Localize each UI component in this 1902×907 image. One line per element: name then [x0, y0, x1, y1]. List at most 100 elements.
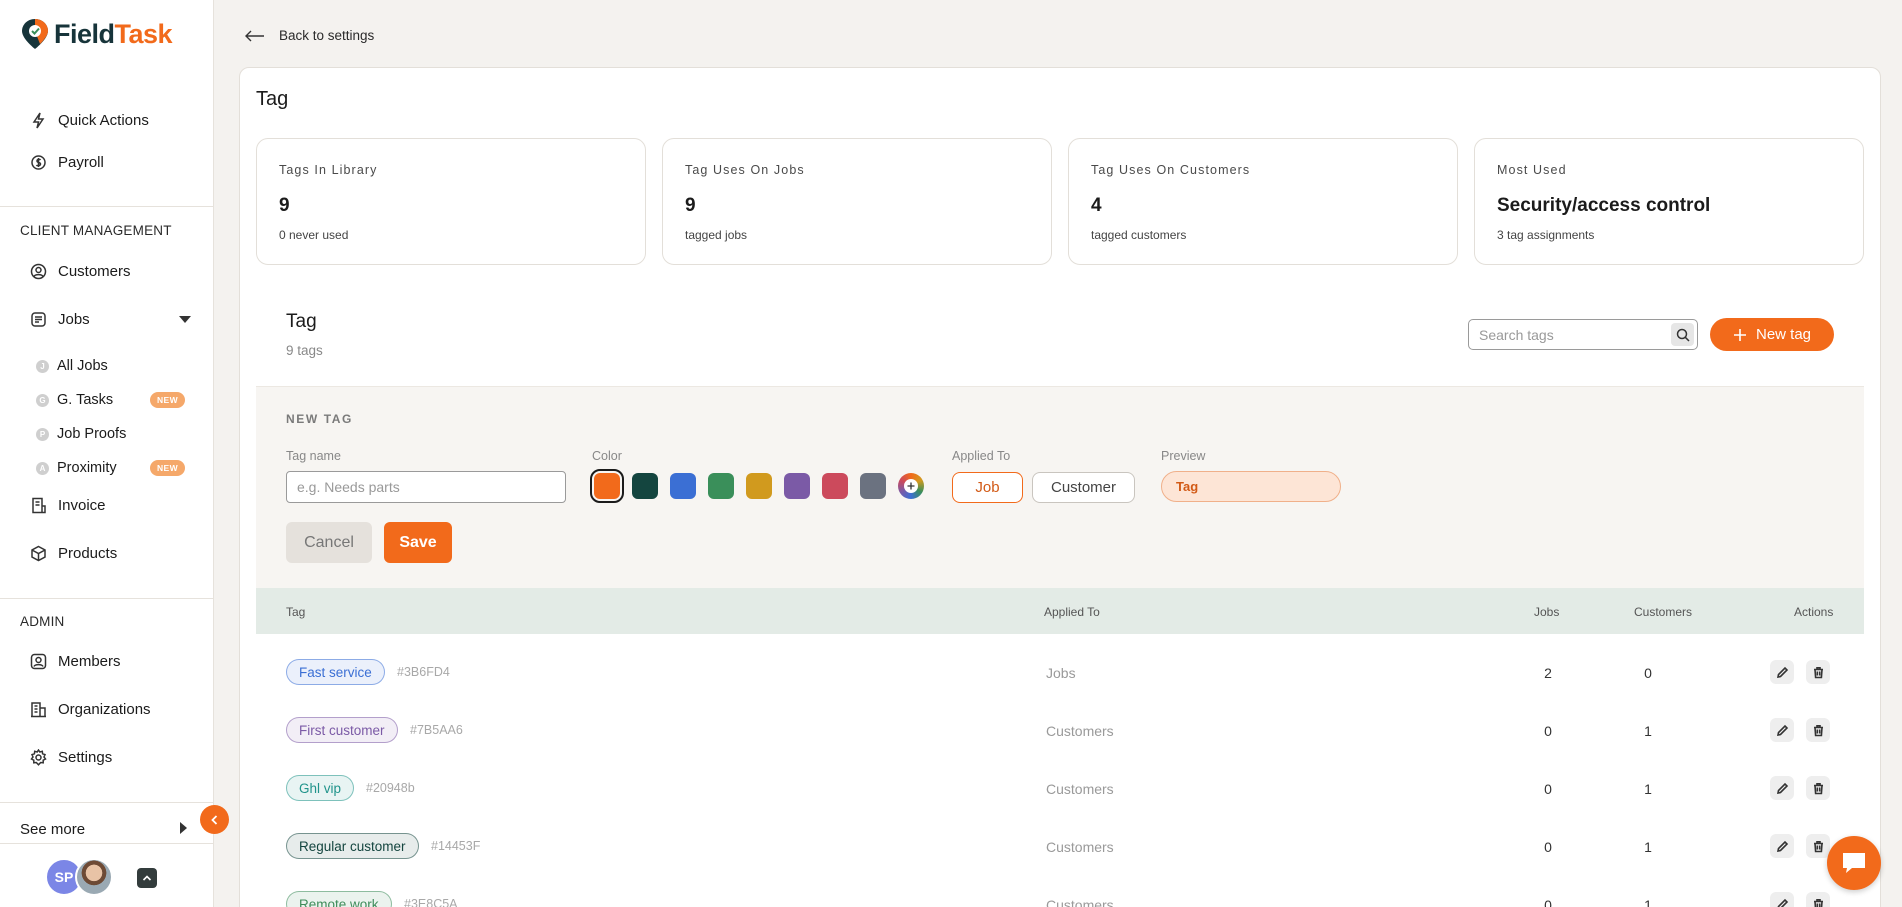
edit-tag-button[interactable]	[1770, 776, 1794, 800]
column-header-actions: Actions	[1794, 605, 1834, 619]
tag-hex-code: #14453F	[431, 839, 481, 853]
back-label: Back to settings	[279, 28, 375, 43]
sidebar-item-quick-actions[interactable]: Quick Actions	[30, 112, 149, 129]
sidebar-item-payroll[interactable]: Payroll	[30, 154, 104, 171]
color-swatch-orange[interactable]	[590, 469, 624, 503]
logo-text-part1: Field	[54, 18, 115, 49]
tag-chip[interactable]: Fast service	[286, 659, 385, 685]
collapse-sidebar-button[interactable]	[200, 805, 229, 834]
color-swatch-gray[interactable]	[860, 473, 886, 499]
edit-tag-button[interactable]	[1770, 660, 1794, 684]
cancel-button[interactable]: Cancel	[286, 522, 372, 563]
sidebar-divider	[0, 843, 214, 844]
expand-up-button[interactable]	[137, 868, 157, 888]
trash-icon	[1813, 898, 1823, 907]
tag-name-input[interactable]	[286, 471, 566, 503]
tag-applied-to: Customers	[1046, 723, 1114, 739]
search-box	[1468, 319, 1698, 350]
chat-support-button[interactable]	[1827, 836, 1881, 890]
color-swatch-green[interactable]	[708, 473, 734, 499]
table-row: First customer #7B5AA6 Customers 0 1	[256, 703, 1864, 761]
tag-applied-to: Customers	[1046, 781, 1114, 797]
stat-value: Security/access control	[1497, 195, 1711, 216]
add-color-icon	[904, 479, 918, 493]
sidebar-subitem-job-proofs[interactable]: P Job Proofs	[36, 426, 126, 442]
jobs-expand-caret-icon[interactable]	[179, 316, 191, 323]
user-avatars[interactable]: SP	[45, 858, 113, 896]
save-button[interactable]: Save	[384, 522, 452, 563]
sidebar-subitem-g-tasks[interactable]: G G. Tasks	[36, 392, 113, 408]
pencil-icon	[1776, 724, 1788, 736]
tag-chip[interactable]: First customer	[286, 717, 398, 743]
payroll-icon	[30, 154, 47, 171]
trash-icon	[1813, 782, 1823, 794]
color-swatch-rose[interactable]	[822, 473, 848, 499]
edit-tag-button[interactable]	[1770, 834, 1794, 858]
logo-text-part2: Task	[114, 18, 173, 49]
trash-icon	[1813, 666, 1823, 678]
tag-jobs-count: 2	[1544, 665, 1552, 681]
tag-hex-code: #20948b	[366, 781, 415, 795]
sidebar-subitem-label: Proximity	[57, 460, 117, 476]
applied-to-job-option[interactable]: Job	[952, 472, 1023, 503]
stat-sub: 3 tag assignments	[1497, 228, 1595, 242]
new-tag-button[interactable]: New tag	[1710, 318, 1834, 351]
color-swatch-mustard[interactable]	[746, 473, 772, 499]
sidebar-item-customers[interactable]: Customers	[30, 263, 131, 280]
sidebar-item-label: Jobs	[58, 311, 90, 328]
stat-label: Tag Uses On Jobs	[685, 163, 805, 177]
pencil-icon	[1776, 898, 1788, 907]
arrow-left-icon	[245, 30, 264, 41]
back-to-settings-link[interactable]: Back to settings	[245, 28, 374, 43]
search-button[interactable]	[1671, 323, 1694, 346]
new-tag-label: New tag	[1755, 326, 1812, 343]
panel-title: Tag	[286, 311, 317, 332]
see-more-link[interactable]: See more	[20, 821, 85, 838]
admin-heading: ADMIN	[20, 614, 65, 629]
tag-chip[interactable]: Remote work	[286, 891, 392, 907]
tag-chip[interactable]: Regular customer	[286, 833, 419, 859]
sidebar-item-jobs[interactable]: Jobs	[30, 311, 90, 328]
sidebar-item-label: Products	[58, 545, 118, 562]
sidebar-item-settings[interactable]: Settings	[30, 749, 112, 766]
color-swatch-blue[interactable]	[670, 473, 696, 499]
table-row: Fast service #3B6FD4 Jobs 2 0	[256, 645, 1864, 703]
stat-card-most-used: Most Used Security/access control 3 tag …	[1474, 138, 1864, 265]
delete-tag-button[interactable]	[1806, 892, 1830, 907]
tag-chip[interactable]: Ghl vip	[286, 775, 355, 801]
sidebar-subitem-all-jobs[interactable]: J All Jobs	[36, 358, 108, 374]
delete-tag-button[interactable]	[1806, 776, 1830, 800]
sidebar-item-label: Payroll	[58, 154, 104, 171]
jobs-list-icon	[30, 311, 47, 328]
new-badge: NEW	[150, 460, 186, 476]
see-more-caret-icon[interactable]	[180, 822, 187, 834]
sidebar-subitem-proximity[interactable]: A Proximity	[36, 460, 117, 476]
trash-icon	[1813, 724, 1823, 736]
color-swatch-dark-teal[interactable]	[632, 473, 658, 499]
delete-tag-button[interactable]	[1806, 718, 1830, 742]
applied-to-customer-option[interactable]: Customer	[1032, 472, 1135, 503]
tag-applied-to: Jobs	[1046, 665, 1076, 681]
avatar-photo	[75, 858, 113, 896]
edit-tag-button[interactable]	[1770, 892, 1794, 907]
sidebar-divider	[0, 598, 214, 599]
sidebar-subitem-label: G. Tasks	[57, 392, 114, 408]
tag-jobs-count: 0	[1544, 897, 1552, 907]
search-input[interactable]	[1479, 326, 1659, 343]
applied-to-label: Applied To	[952, 449, 1011, 463]
sidebar-item-invoice[interactable]: Invoice	[30, 497, 106, 514]
tag-customers-count: 1	[1644, 839, 1652, 855]
sidebar-item-members[interactable]: Members	[30, 653, 121, 670]
tag-customers-count: 1	[1644, 781, 1652, 797]
delete-tag-button[interactable]	[1806, 834, 1830, 858]
delete-tag-button[interactable]	[1806, 660, 1830, 684]
sidebar-item-label: Settings	[58, 749, 113, 766]
sidebar: FieldTask Quick Actions Payroll CLIENT M…	[0, 0, 214, 907]
building-icon	[30, 701, 47, 718]
edit-tag-button[interactable]	[1770, 718, 1794, 742]
fieldtask-logo[interactable]: FieldTask	[20, 16, 173, 52]
sidebar-item-organizations[interactable]: Organizations	[30, 701, 151, 718]
color-swatch-purple[interactable]	[784, 473, 810, 499]
sidebar-item-products[interactable]: Products	[30, 545, 117, 562]
custom-color-picker[interactable]	[898, 473, 924, 499]
